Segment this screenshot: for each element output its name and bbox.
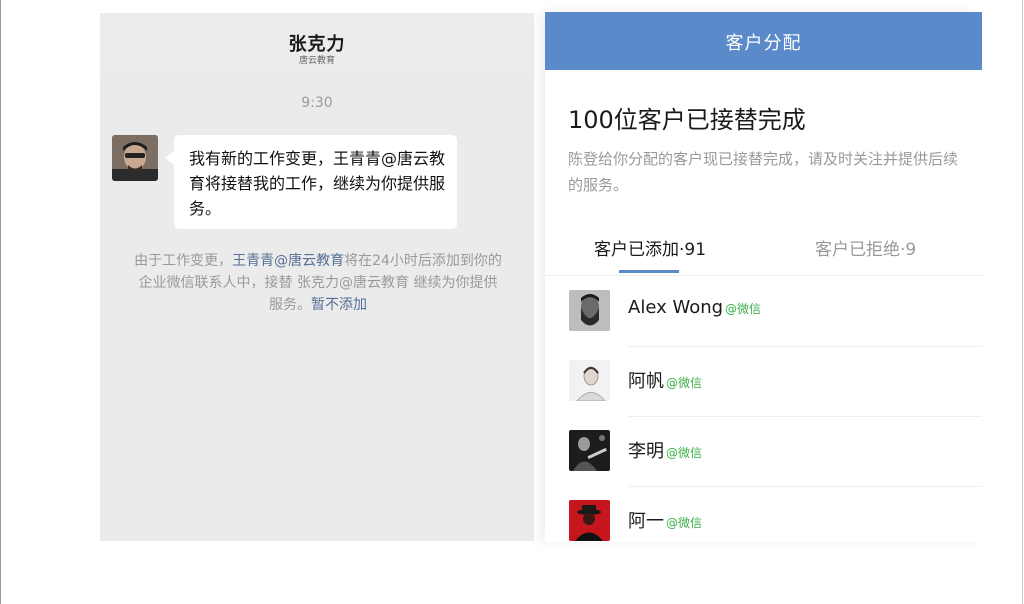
customer-avatar: [569, 360, 610, 401]
message-bubble[interactable]: 我有新的工作变更，王青青@唐云教育将接替我的工作，继续为你提供服务。: [165, 135, 457, 229]
tab-rejected[interactable]: 客户已拒绝·9: [815, 235, 916, 260]
message-time: 9:30: [301, 95, 333, 111]
active-tab-indicator: [619, 270, 679, 273]
customer-name-text: 阿帆: [628, 371, 664, 392]
customer-allocation-panel: 客户分配 100位客户已接替完成 陈登给你分配的客户现已接替完成，请及时关注并提…: [545, 12, 982, 542]
chat-panel: 张克力 唐云教育 9:30 我有新的工作变更，王青青@唐云教育将接替我的工作，继…: [100, 13, 534, 541]
red-hat-figure-icon: [569, 500, 610, 541]
customer-name: 阿帆 @微信: [628, 367, 702, 393]
customer-row[interactable]: Alex Wong @微信: [545, 277, 982, 347]
customer-avatar: [569, 290, 610, 331]
customer-name-text: 阿一: [628, 511, 664, 532]
wechat-tag: @微信: [666, 516, 703, 530]
wechat-tag: @微信: [725, 302, 762, 316]
tabs-divider: [545, 275, 982, 276]
system-notice: 由于工作变更，王青青@唐云教育将在24小时后添加到你的企业微信联系人中，接替 张…: [132, 250, 504, 316]
guitar-player-photo-icon: [569, 430, 610, 471]
notice-prefix: 由于工作变更，: [134, 253, 233, 269]
decline-add-link[interactable]: 暂不添加: [311, 297, 367, 313]
allocation-title: 客户分配: [725, 33, 802, 54]
allocation-header: 客户分配: [545, 12, 982, 70]
customer-avatar: [569, 500, 610, 541]
contact-avatar[interactable]: [112, 135, 158, 181]
contact-org: 唐云教育: [298, 56, 335, 66]
customer-name: Alex Wong @微信: [628, 297, 761, 318]
wechat-tag: @微信: [666, 376, 703, 390]
tab-added[interactable]: 客户已添加·91: [594, 235, 706, 260]
man-sketch-portrait-icon: [569, 360, 610, 401]
wechat-tag: @微信: [666, 446, 703, 460]
customer-name-text: Alex Wong: [628, 297, 724, 318]
customer-name-text: 李明: [628, 441, 664, 462]
customer-name: 李明 @微信: [628, 437, 702, 463]
completion-heading: 100位客户已接替完成: [568, 106, 806, 134]
frame-border-right: [1022, 0, 1023, 604]
frame-border-left: [0, 0, 1, 604]
customer-row[interactable]: 阿帆 @微信: [545, 347, 982, 417]
chat-header: 张克力 唐云教育: [100, 13, 534, 73]
customer-row[interactable]: 阿一 @微信: [545, 487, 982, 557]
customer-name: 阿一 @微信: [628, 507, 702, 533]
customer-row[interactable]: 李明 @微信: [545, 417, 982, 487]
completion-description: 陈登给你分配的客户现已接替完成，请及时关注并提供后续的服务。: [568, 150, 959, 194]
bearded-man-portrait-icon: [569, 290, 610, 331]
message-text: 我有新的工作变更，王青青@唐云教育将接替我的工作，继续为你提供服务。: [189, 149, 446, 218]
successor-link[interactable]: 王青青@唐云教育: [232, 253, 344, 269]
customer-avatar: [569, 430, 610, 471]
person-photo-icon: [112, 135, 158, 181]
